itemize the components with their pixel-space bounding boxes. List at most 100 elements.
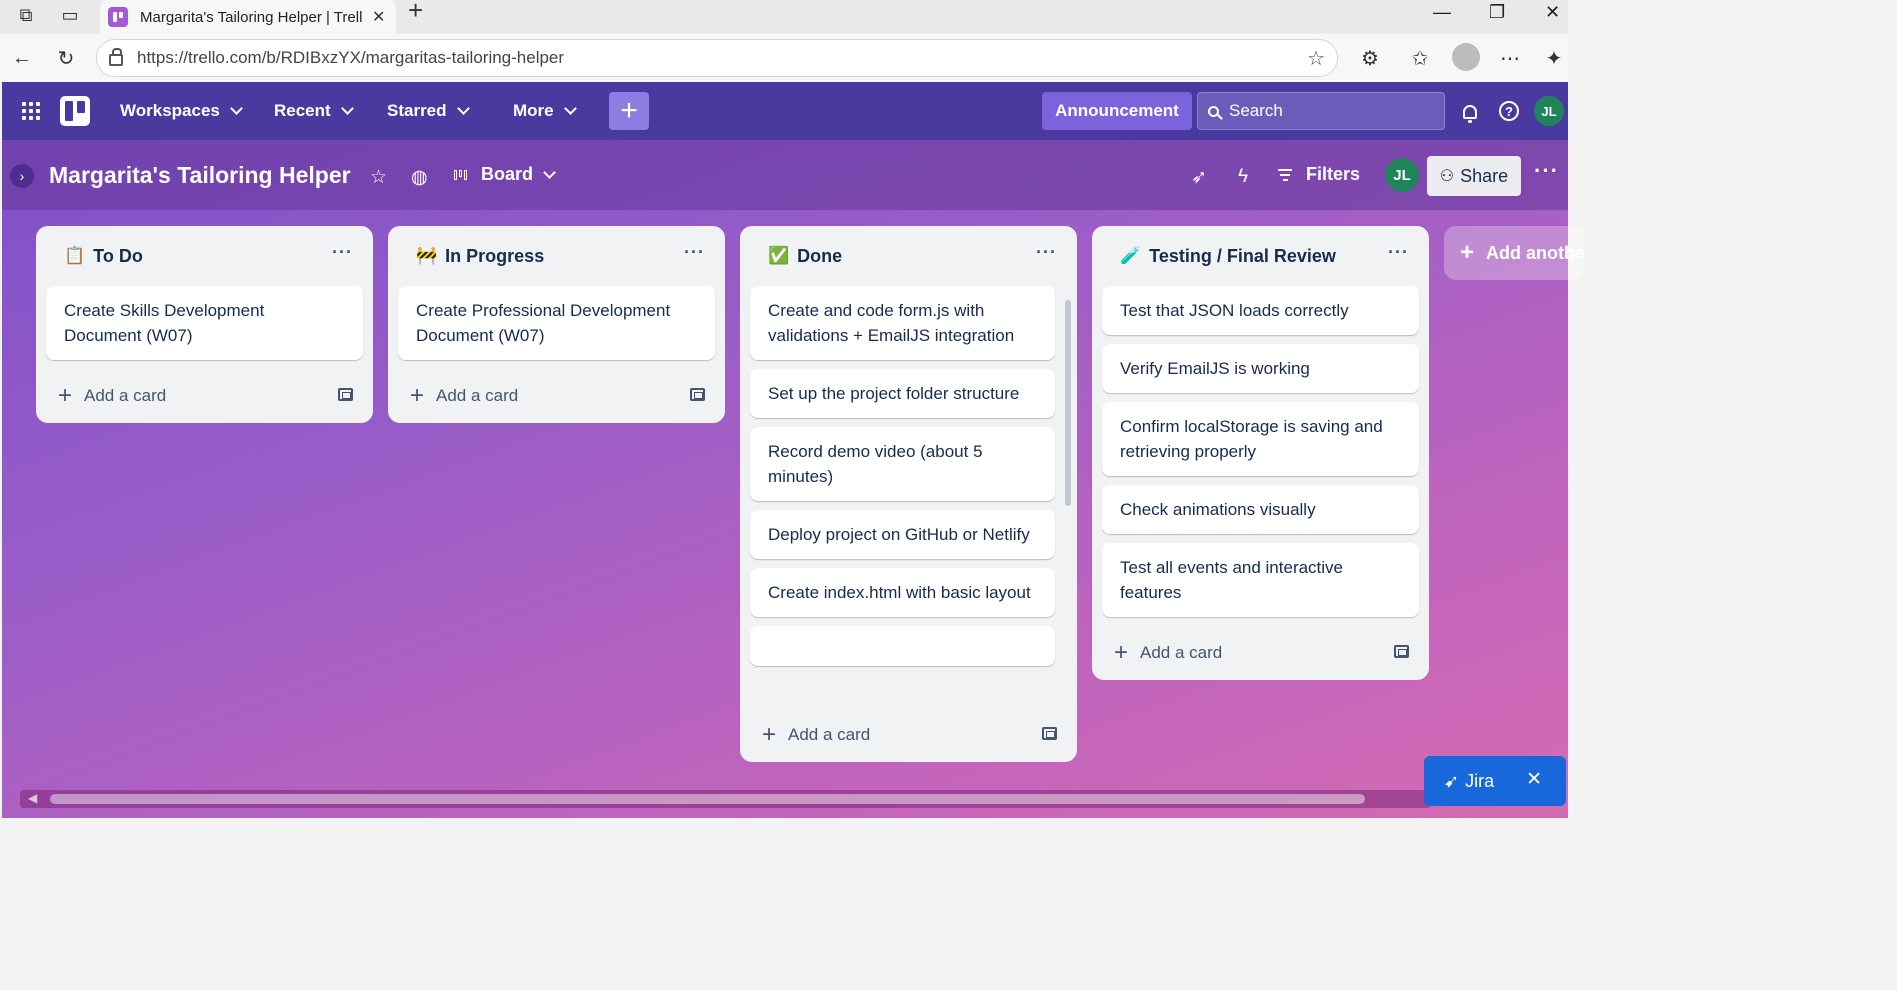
filter-icon (1278, 168, 1292, 181)
card-list[interactable]: Create and code form.js with validations… (740, 286, 1077, 708)
add-card-button[interactable]: + Add a card (1092, 626, 1429, 680)
restore-icon[interactable]: ❐ (1489, 0, 1505, 24)
list-menu-icon[interactable]: ··· (332, 242, 353, 263)
card-partial[interactable] (750, 626, 1055, 666)
card[interactable]: Check animations visually (1102, 485, 1419, 534)
profile-avatar[interactable] (1452, 43, 1480, 71)
browser-nav-bar: ← ↻ https://trello.com/b/RDIBxzYX/margar… (0, 34, 1568, 82)
card[interactable]: Record demo video (about 5 minutes) (750, 427, 1055, 501)
scrollbar-thumb[interactable] (1065, 300, 1071, 506)
list-header[interactable]: 📋 To Do ··· (36, 226, 373, 286)
board-view-switcher[interactable]: Board (454, 164, 556, 185)
app-switcher-icon[interactable] (22, 102, 40, 120)
window-close-icon[interactable]: ✕ (1545, 0, 1560, 24)
card[interactable]: Test all events and interactive features (1102, 543, 1419, 617)
sidebar-toggle-icon[interactable]: › (10, 164, 34, 188)
starred-menu[interactable]: Starred (387, 97, 470, 125)
workspaces-label: Workspaces (120, 101, 220, 120)
list-header[interactable]: 🚧 In Progress ··· (388, 226, 725, 286)
check-mark-icon: ✅ (768, 246, 790, 265)
list-to-do: 📋 To Do ··· Create Skills Development Do… (36, 226, 373, 423)
filters-button[interactable]: Filters (1278, 164, 1360, 185)
recent-label: Recent (274, 101, 331, 120)
search-input[interactable]: Search (1197, 92, 1445, 130)
refresh-icon[interactable]: ↻ (52, 44, 80, 72)
list-header[interactable]: 🧪 Testing / Final Review ··· (1092, 226, 1429, 286)
workspaces-icon[interactable]: ⧉ (12, 2, 40, 28)
card[interactable]: Set up the project folder structure (750, 369, 1055, 418)
list-menu-icon[interactable]: ··· (1036, 242, 1057, 263)
notifications-button[interactable] (1458, 100, 1482, 124)
announcement-button[interactable]: Announcement (1042, 92, 1192, 130)
filters-label: Filters (1306, 164, 1361, 184)
scrollbar-thumb[interactable] (50, 794, 1365, 804)
list-testing: 🧪 Testing / Final Review ··· Test that J… (1092, 226, 1429, 680)
card-template-icon[interactable] (690, 388, 705, 401)
card[interactable]: Verify EmailJS is working (1102, 344, 1419, 393)
plus-icon: + (1114, 639, 1129, 666)
star-icon[interactable]: ☆ (370, 166, 387, 189)
plus-icon: + (762, 721, 777, 748)
copilot-icon[interactable]: ✦ (1540, 44, 1568, 72)
tab-close-icon[interactable]: ✕ (372, 7, 385, 27)
trello-logo[interactable] (60, 96, 90, 126)
card-template-icon[interactable] (1394, 645, 1409, 658)
browser-menu-icon[interactable]: ⋯ (1496, 44, 1524, 72)
extensions-icon[interactable]: ⚙ (1356, 44, 1384, 72)
automation-icon[interactable]: ϟ (1238, 166, 1248, 188)
board-member-avatar[interactable]: JL (1385, 158, 1419, 192)
card[interactable]: Create and code form.js with validations… (750, 286, 1055, 360)
lock-icon (109, 48, 123, 66)
user-avatar[interactable]: JL (1534, 96, 1564, 126)
more-label: More (513, 101, 554, 120)
trello-header: Workspaces Recent Starred More + Announc… (2, 82, 1568, 140)
card[interactable]: Confirm localStorage is saving and retri… (1102, 402, 1419, 476)
card-list: Create Skills Development Document (W07) (36, 286, 373, 360)
address-bar[interactable]: https://trello.com/b/RDIBxzYX/margaritas… (96, 39, 1338, 77)
browser-tab[interactable]: Margarita's Tailoring Helper | Trello ✕ (100, 0, 396, 34)
board-horizontal-scrollbar[interactable]: ◀ (20, 790, 1430, 808)
minimize-icon[interactable]: — (1433, 0, 1451, 24)
done-list-scrollbar[interactable] (1063, 284, 1071, 724)
jira-widget[interactable]: ➹ Jira ✕ (1424, 756, 1566, 806)
favorite-star-icon[interactable]: ☆ (1307, 46, 1325, 71)
close-icon[interactable]: ✕ (1526, 768, 1542, 791)
add-card-label: Add a card (436, 386, 519, 405)
power-ups-icon[interactable]: ➶ (1191, 166, 1207, 189)
card[interactable]: Create Skills Development Document (W07) (46, 286, 363, 360)
list-title: In Progress (445, 245, 545, 266)
scroll-left-icon[interactable]: ◀ (28, 791, 37, 805)
list-menu-icon[interactable]: ··· (1388, 242, 1409, 263)
more-menu[interactable]: More (513, 97, 577, 125)
card[interactable]: Create index.html with basic layout (750, 568, 1055, 617)
share-button[interactable]: ⚇ Share (1427, 156, 1521, 196)
board-title[interactable]: Margarita's Tailoring Helper (49, 162, 351, 189)
help-button[interactable]: ? (1497, 99, 1521, 123)
card[interactable]: Create Professional Development Document… (398, 286, 715, 360)
add-card-button[interactable]: + Add a card (388, 369, 725, 423)
favorites-icon[interactable]: ✩ (1406, 44, 1434, 72)
card-template-icon[interactable] (338, 388, 353, 401)
list-menu-icon[interactable]: ··· (684, 242, 705, 263)
trello-favicon-icon (108, 7, 128, 27)
chevron-down-icon (456, 102, 470, 115)
back-icon[interactable]: ← (8, 44, 36, 72)
add-card-button[interactable]: + Add a card (740, 708, 1077, 762)
visibility-globe-icon[interactable]: ◍ (411, 166, 428, 189)
add-list-button[interactable]: + Add another list (1444, 226, 1584, 280)
workspaces-menu[interactable]: Workspaces (120, 97, 243, 125)
board-view-icon (454, 169, 467, 180)
share-icon: ⚇ (1439, 168, 1455, 185)
tab-actions-icon[interactable]: ▭ (56, 2, 84, 28)
create-button[interactable]: + (609, 92, 649, 130)
add-card-button[interactable]: + Add a card (36, 369, 373, 423)
card-template-icon[interactable] (1042, 727, 1057, 740)
recent-menu[interactable]: Recent (274, 97, 354, 125)
board-menu-icon[interactable]: ··· (1534, 158, 1559, 184)
browser-tab-bar: ⧉ ▭ Margarita's Tailoring Helper | Trell… (0, 0, 1568, 34)
new-tab-button[interactable]: + (408, 0, 423, 24)
list-title: To Do (93, 245, 143, 266)
card[interactable]: Test that JSON loads correctly (1102, 286, 1419, 335)
list-header[interactable]: ✅ Done ··· (740, 226, 1077, 286)
card[interactable]: Deploy project on GitHub or Netlify (750, 510, 1055, 559)
